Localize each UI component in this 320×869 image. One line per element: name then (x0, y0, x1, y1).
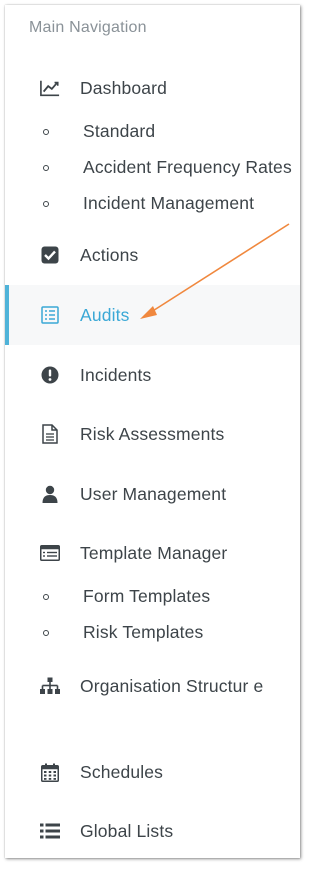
sidebar-item-schedules[interactable]: Schedules (5, 759, 300, 789)
sidebar-item-risk-assessments[interactable]: Risk Assessments (5, 421, 300, 451)
sidebar-item-label: Schedules (80, 762, 164, 782)
sidebar: Main Navigation Dashboard Standard Accid… (5, 5, 300, 858)
document-icon (40, 424, 60, 444)
sidebar-subitem-accident-frequency-rates[interactable]: Accident Frequency Rates (5, 154, 300, 184)
list-icon (40, 821, 60, 841)
exclamation-icon (40, 365, 60, 385)
sidebar-item-organisation-structure[interactable]: Organisation Structur e (5, 672, 300, 724)
sidebar-item-label: Incidents (80, 365, 152, 385)
sidebar-subitem-incident-management[interactable]: Incident Management (5, 190, 300, 220)
sidebar-item-template-manager[interactable]: Template Manager (5, 540, 300, 570)
bullet-icon (43, 129, 49, 135)
sidebar-subitem-risk-templates[interactable]: Risk Templates (5, 619, 300, 649)
checkbox-icon (40, 245, 60, 265)
line-chart-icon (40, 78, 60, 98)
user-icon (40, 484, 60, 504)
sidebar-subitem-label: Risk Templates (83, 622, 204, 642)
bullet-icon (43, 630, 49, 636)
bullet-icon (43, 165, 49, 171)
sidebar-subitem-standard[interactable]: Standard (5, 118, 300, 148)
sidebar-item-user-management[interactable]: User Management (5, 481, 300, 511)
calendar-icon (40, 762, 60, 782)
sidebar-item-label: Actions (80, 245, 139, 265)
sidebar-subitem-form-templates[interactable]: Form Templates (5, 583, 300, 613)
sidebar-subitem-label: Incident Management (83, 193, 255, 213)
sidebar-subitem-label: Accident Frequency Rates (83, 157, 292, 177)
sidebar-item-label: Organisation Structur e (80, 676, 264, 696)
section-header: Main Navigation (29, 19, 147, 36)
sidebar-subitem-label: Standard (83, 121, 156, 141)
sidebar-item-incidents[interactable]: Incidents (5, 362, 300, 392)
sidebar-item-label: Dashboard (80, 78, 167, 98)
template-icon (40, 543, 60, 563)
sidebar-item-label: Global Lists (80, 821, 174, 841)
checklist-icon (40, 305, 60, 325)
sidebar-item-dashboard[interactable]: Dashboard (5, 75, 300, 105)
bullet-icon (43, 594, 49, 600)
sidebar-item-global-lists[interactable]: Global Lists (5, 818, 300, 848)
sidebar-item-audits[interactable]: Audits (5, 285, 300, 345)
bullet-icon (43, 201, 49, 207)
active-indicator (5, 285, 9, 345)
sidebar-item-label: Template Manager (80, 543, 228, 563)
sitemap-icon (40, 676, 60, 696)
sidebar-item-actions[interactable]: Actions (5, 242, 300, 272)
sidebar-item-label: User Management (80, 484, 227, 504)
sidebar-item-label: Audits (80, 305, 130, 325)
sidebar-subitem-label: Form Templates (83, 586, 211, 606)
sidebar-item-label: Risk Assessments (80, 424, 225, 444)
